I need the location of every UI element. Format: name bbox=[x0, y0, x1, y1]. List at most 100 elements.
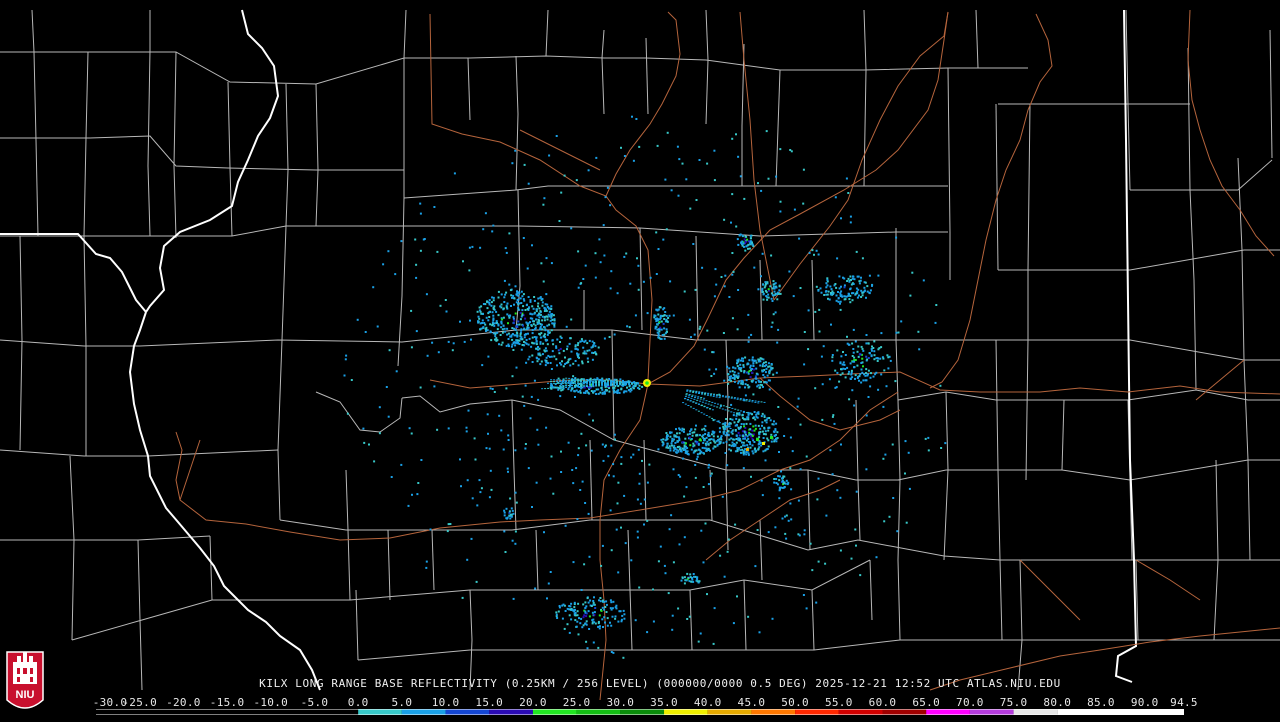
echo-pixel bbox=[616, 380, 619, 382]
echo-pixel bbox=[694, 428, 697, 431]
echo-pixel bbox=[720, 276, 723, 278]
colorbar-tick-label: 75.0 bbox=[999, 696, 1028, 709]
echo-pixel bbox=[570, 227, 573, 230]
echo-pixel bbox=[832, 414, 835, 417]
echo-pixel bbox=[772, 285, 775, 288]
echo-pixel bbox=[773, 290, 776, 293]
echo-pixel bbox=[847, 192, 850, 194]
echo-pixel bbox=[720, 435, 723, 438]
echo-pixel bbox=[601, 606, 604, 609]
echo-pixel bbox=[839, 300, 842, 303]
echo-pixel bbox=[772, 280, 775, 283]
echo-pixel bbox=[521, 395, 524, 398]
echo-pixel bbox=[721, 495, 724, 498]
echo-pixel bbox=[751, 434, 754, 437]
echo-pixel bbox=[576, 610, 579, 613]
echo-pixel bbox=[581, 362, 584, 365]
echo-pixel bbox=[783, 435, 786, 437]
echo-pixel bbox=[485, 328, 488, 331]
echo-pixel bbox=[757, 182, 759, 185]
echo-pixel bbox=[751, 401, 754, 403]
echo-pixel bbox=[763, 376, 766, 379]
echo-pixel bbox=[740, 423, 743, 425]
echo-pixel bbox=[696, 580, 699, 583]
echo-pixel bbox=[870, 372, 872, 375]
echo-pixel bbox=[539, 296, 542, 299]
echo-pixel bbox=[751, 358, 754, 361]
echo-pixel bbox=[855, 250, 858, 253]
echo-pixel bbox=[521, 295, 524, 298]
echo-pixel bbox=[505, 306, 508, 309]
echo-pixel bbox=[631, 382, 633, 384]
echo-pixel bbox=[777, 328, 780, 331]
echo-pixel bbox=[848, 370, 850, 373]
echo-pixel bbox=[866, 285, 869, 288]
echo-pixel bbox=[592, 419, 594, 422]
echo-pixel bbox=[447, 523, 450, 526]
echo-pixel bbox=[918, 348, 921, 351]
echo-pixel bbox=[752, 425, 755, 428]
echo-pixel bbox=[744, 436, 747, 439]
echo-pixel bbox=[562, 349, 565, 352]
echo-pixel bbox=[580, 381, 582, 383]
echo-pixel bbox=[837, 297, 840, 300]
echo-pixel bbox=[601, 618, 604, 621]
echo-pixel bbox=[740, 445, 743, 448]
echo-pixel bbox=[766, 374, 769, 377]
echo-pixel bbox=[568, 382, 570, 384]
echo-pixel bbox=[700, 529, 703, 532]
echo-pixel bbox=[489, 323, 492, 326]
echo-pixel bbox=[606, 617, 609, 620]
echo-pixel bbox=[497, 296, 500, 299]
echo-pixel bbox=[607, 455, 610, 458]
echo-pixel bbox=[520, 302, 523, 304]
colorbar-tick-label: -25.0 bbox=[122, 696, 157, 709]
echo-pixel bbox=[852, 275, 854, 278]
echo-pixel bbox=[569, 364, 572, 367]
echo-pixel bbox=[548, 310, 551, 313]
echo-pixel bbox=[364, 331, 367, 333]
echo-pixel bbox=[754, 400, 757, 402]
echo-pixel bbox=[695, 402, 698, 404]
echo-pixel bbox=[846, 335, 848, 338]
echo-pixel bbox=[528, 337, 531, 340]
echo-pixel bbox=[802, 168, 805, 171]
echo-pixel bbox=[694, 440, 697, 443]
echo-pixel bbox=[740, 359, 742, 362]
echo-pixel bbox=[838, 275, 841, 278]
echo-pixel bbox=[837, 300, 840, 303]
echo-pixel bbox=[378, 432, 381, 435]
echo-pixel bbox=[593, 621, 596, 624]
echo-pixel bbox=[736, 328, 739, 331]
echo-pixel bbox=[757, 360, 760, 363]
echo-pixel bbox=[778, 285, 781, 288]
echo-pixel bbox=[561, 360, 563, 363]
echo-pixel bbox=[522, 293, 525, 296]
echo-pixel bbox=[632, 453, 635, 456]
echo-pixel bbox=[657, 448, 660, 451]
echo-pixel bbox=[556, 387, 559, 389]
echo-pixel bbox=[411, 493, 413, 496]
echo-pixel bbox=[388, 349, 391, 352]
echo-pixel bbox=[767, 531, 770, 534]
echo-pixel bbox=[512, 341, 515, 344]
echo-pixel bbox=[850, 373, 853, 376]
echo-pixel bbox=[488, 447, 491, 450]
echo-pixel bbox=[744, 235, 747, 238]
echo-pixel bbox=[589, 384, 591, 386]
echo-pixel bbox=[575, 625, 578, 628]
echo-pixel bbox=[550, 262, 553, 265]
echo-pixel bbox=[510, 294, 513, 297]
echo-pixel bbox=[732, 438, 735, 441]
echo-pixel bbox=[735, 374, 738, 377]
echo-pixel bbox=[696, 453, 699, 456]
echo-pixel bbox=[865, 334, 868, 336]
echo-pixel bbox=[527, 332, 529, 335]
echo-pixel bbox=[571, 381, 573, 383]
echo-pixel bbox=[706, 394, 709, 396]
echo-pixel bbox=[704, 522, 707, 525]
echo-pixel bbox=[678, 448, 681, 451]
echo-pixel bbox=[559, 385, 561, 387]
echo-pixel bbox=[703, 413, 706, 415]
echo-pixel bbox=[606, 624, 609, 627]
